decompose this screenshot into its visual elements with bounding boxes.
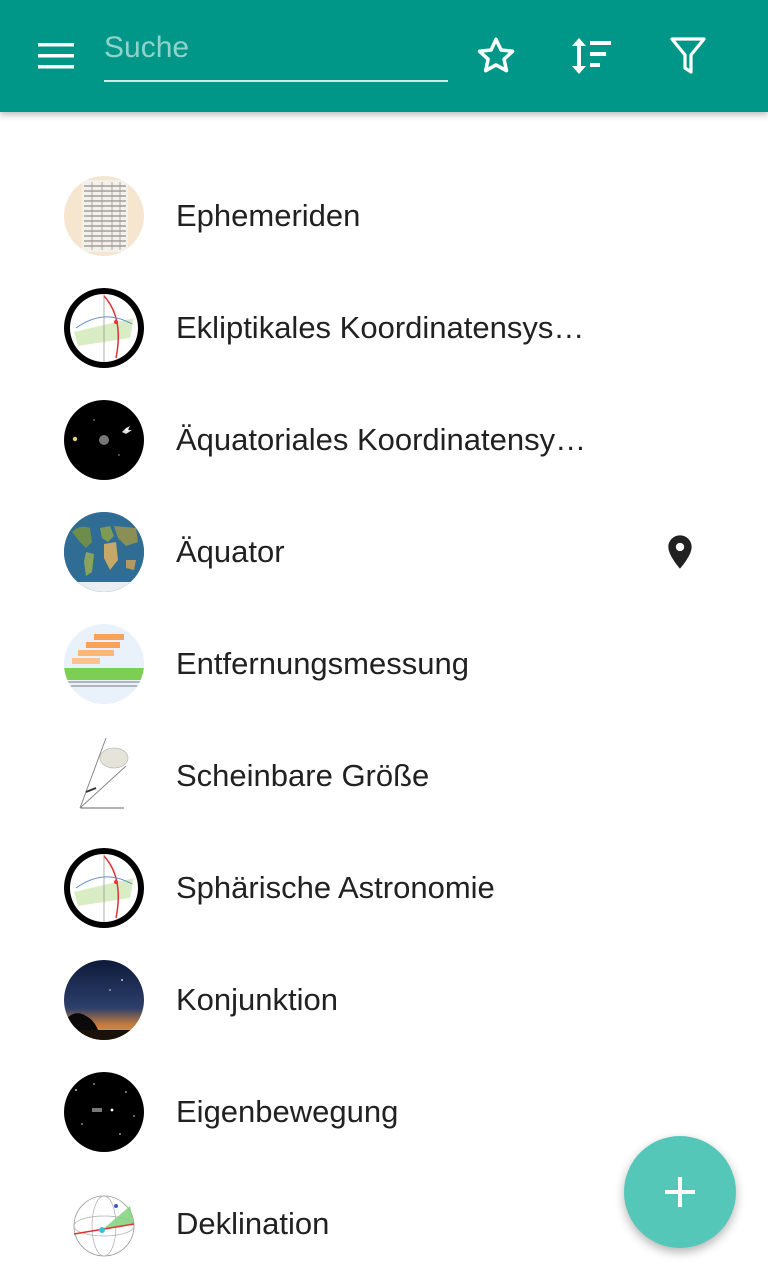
list-item-label: Scheinbare Größe	[176, 758, 430, 793]
list-item[interactable]: Äquatoriales Koordinatensy…	[0, 384, 768, 496]
search-input[interactable]	[104, 22, 448, 74]
app-bar	[0, 0, 768, 112]
list-item[interactable]: Scheinbare Größe	[0, 720, 768, 832]
list-item-label: Konjunktion	[176, 982, 339, 1017]
twilight-sky-thumbnail	[64, 960, 144, 1040]
sort-icon	[572, 38, 611, 74]
filter-icon	[670, 37, 706, 74]
menu-icon	[38, 43, 74, 69]
plus-icon	[665, 1177, 695, 1207]
celestial-sphere-thumbnail	[64, 848, 144, 928]
sort-button[interactable]	[563, 28, 619, 84]
list-item-label: Äquatoriales Koordinatensy…	[176, 422, 587, 457]
declination-sphere-thumbnail	[64, 1184, 144, 1264]
filter-button[interactable]	[660, 28, 716, 84]
list-item-label: Sphärische Astronomie	[176, 870, 495, 905]
night-sky-thumbnail	[64, 400, 144, 480]
search-field[interactable]	[104, 22, 448, 82]
topic-list: Ephemeriden Ekliptikales Koordinatensys…	[0, 160, 768, 1280]
list-item[interactable]: Ekliptikales Koordinatensys…	[0, 272, 768, 384]
add-button[interactable]	[624, 1136, 736, 1248]
list-item[interactable]: Konjunktion	[0, 944, 768, 1056]
favorites-button[interactable]	[468, 28, 524, 84]
list-item-label: Ephemeriden	[176, 198, 361, 233]
list-item-label: Äquator	[176, 534, 285, 569]
list-item-label: Deklination	[176, 1206, 330, 1241]
apparent-size-thumbnail	[64, 736, 144, 816]
menu-button[interactable]	[28, 28, 84, 84]
distance-ladder-thumbnail	[64, 624, 144, 704]
list-item-label: Ekliptikales Koordinatensys…	[176, 310, 585, 345]
list-item[interactable]: Entfernungsmessung	[0, 608, 768, 720]
ephemeris-table-thumbnail	[64, 176, 144, 256]
list-item[interactable]: Sphärische Astronomie	[0, 832, 768, 944]
list-item-label: Entfernungsmessung	[176, 646, 469, 681]
list-item[interactable]: Ephemeriden	[0, 160, 768, 272]
location-pin-icon[interactable]	[660, 530, 700, 574]
star-outline-icon	[477, 37, 515, 73]
celestial-sphere-thumbnail	[64, 288, 144, 368]
list-item[interactable]: Äquator	[0, 496, 768, 608]
list-item-label: Eigenbewegung	[176, 1094, 399, 1129]
world-map-thumbnail	[64, 512, 144, 592]
star-field-thumbnail	[64, 1072, 144, 1152]
